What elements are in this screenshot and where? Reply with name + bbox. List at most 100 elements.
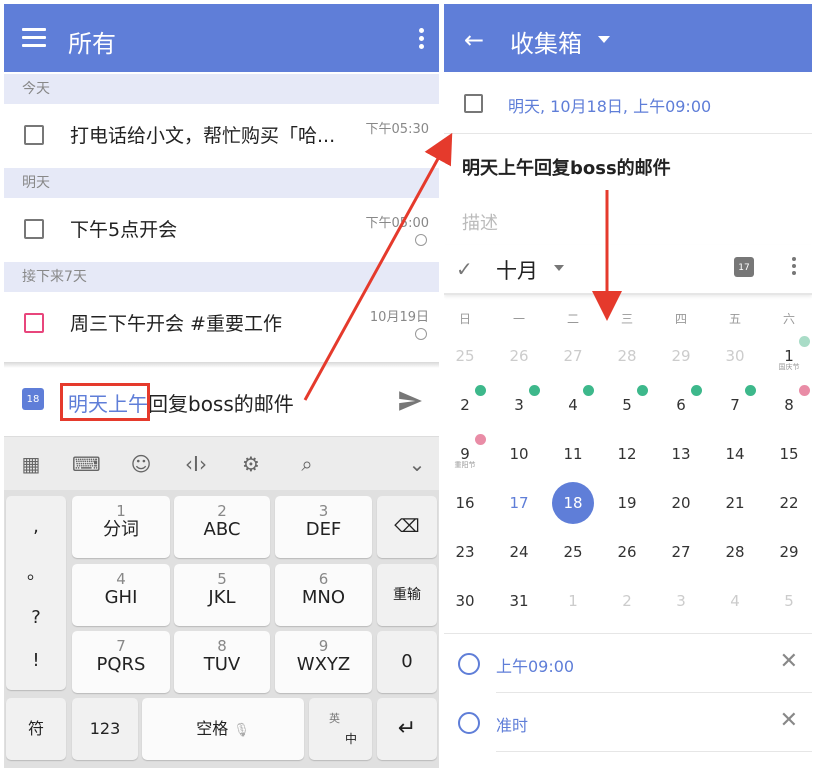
key-exclaim[interactable]: ! xyxy=(6,650,66,671)
calendar-day[interactable]: 17 xyxy=(492,483,546,523)
back-arrow-icon[interactable]: ← xyxy=(464,26,484,54)
grid-icon[interactable]: ▦ xyxy=(18,451,44,477)
calendar-day[interactable]: 13 xyxy=(654,434,708,474)
key-7[interactable]: 7 PQRS xyxy=(72,631,170,693)
calendar-day[interactable]: 5 xyxy=(600,385,654,425)
due-date-row[interactable]: 明天, 10月18日, 上午09:00 xyxy=(444,72,812,134)
calendar-day[interactable]: 5 xyxy=(762,581,812,621)
calendar-day[interactable]: 29 xyxy=(654,336,708,376)
today-calendar-icon[interactable]: 17 xyxy=(734,257,754,277)
calendar-day[interactable]: 27 xyxy=(654,532,708,572)
backspace-key[interactable]: ⌫ xyxy=(377,496,437,558)
clear-time-button[interactable]: ✕ xyxy=(780,649,798,674)
task-row[interactable]: 下午5点开会 下午05:00 xyxy=(4,198,439,260)
calendar-day[interactable]: 26 xyxy=(492,336,546,376)
send-icon[interactable] xyxy=(397,388,423,414)
clear-reminder-button[interactable]: ✕ xyxy=(780,708,798,733)
calendar-day[interactable]: 4 xyxy=(546,385,600,425)
calendar-day[interactable]: 6 xyxy=(654,385,708,425)
keyboard-icon[interactable]: ⌨ xyxy=(72,451,101,477)
key-2[interactable]: 2 ABC xyxy=(174,496,270,558)
task-checkbox-high-priority[interactable] xyxy=(24,313,44,333)
calendar-day[interactable]: 14 xyxy=(708,434,762,474)
calendar-day[interactable]: 25 xyxy=(546,532,600,572)
dropdown-caret-icon[interactable] xyxy=(598,36,610,43)
key-question[interactable]: ? xyxy=(6,607,66,628)
description-field[interactable]: 描述 xyxy=(462,209,498,235)
calendar-day[interactable]: 24 xyxy=(492,532,546,572)
calendar-day[interactable]: 7 xyxy=(708,385,762,425)
collapse-icon[interactable]: ⌄ xyxy=(404,451,430,477)
list-title[interactable]: 收集箱 xyxy=(510,24,582,59)
calendar-day[interactable]: 22 xyxy=(762,483,812,523)
key-4[interactable]: 4 GHI xyxy=(72,564,170,626)
reminder-label[interactable]: 准时 xyxy=(496,712,528,736)
task-row[interactable]: 打电话给小文，帮忙购买「哈... 下午05:30 xyxy=(4,104,439,166)
calendar-day[interactable]: 11 xyxy=(546,434,600,474)
calendar-day[interactable]: 21 xyxy=(708,483,762,523)
calendar-day[interactable]: 1 国庆节 xyxy=(762,336,812,376)
language-switch-key[interactable]: 英 中 xyxy=(309,698,372,760)
time-option-row[interactable]: 上午09:00 ✕ xyxy=(444,635,812,693)
calendar-day[interactable]: 1 xyxy=(546,581,600,621)
zero-key[interactable]: 0 xyxy=(377,631,437,693)
key-6[interactable]: 6 MNO xyxy=(275,564,372,626)
emoji-icon[interactable]: ☺ xyxy=(128,451,154,477)
calendar-day[interactable]: 29 xyxy=(762,532,812,572)
calendar-day[interactable]: 4 xyxy=(708,581,762,621)
enter-key[interactable]: ↵ xyxy=(377,698,437,760)
key-9[interactable]: 9 WXYZ xyxy=(275,631,372,693)
due-date-text[interactable]: 明天, 10月18日, 上午09:00 xyxy=(508,93,711,117)
task-title[interactable]: 明天上午回复boss的邮件 xyxy=(462,154,671,180)
calendar-day[interactable]: 12 xyxy=(600,434,654,474)
more-options-icon[interactable] xyxy=(792,257,796,278)
settings-icon[interactable]: ⚙ xyxy=(238,451,264,477)
calendar-day[interactable]: 15 xyxy=(762,434,812,474)
check-icon[interactable]: ✓ xyxy=(456,257,473,281)
task-checkbox[interactable] xyxy=(464,94,483,113)
task-checkbox[interactable] xyxy=(24,125,44,145)
calendar-day[interactable]: 25 xyxy=(444,336,492,376)
task-checkbox[interactable] xyxy=(24,219,44,239)
calendar-day[interactable]: 16 xyxy=(444,483,492,523)
calendar-day[interactable]: 9 重阳节 xyxy=(444,434,492,474)
task-row[interactable]: 周三下午开会 #重要工作 10月19日 xyxy=(4,292,439,354)
reenter-key[interactable]: 重输 xyxy=(377,564,437,626)
time-label[interactable]: 上午09:00 xyxy=(496,653,574,677)
calendar-day[interactable]: 3 xyxy=(492,385,546,425)
reminder-option-row[interactable]: 准时 ✕ xyxy=(444,694,812,752)
calendar-day-selected[interactable]: 18 xyxy=(546,482,600,524)
calendar-day[interactable]: 3 xyxy=(654,581,708,621)
symbol-key[interactable]: 符 xyxy=(6,698,66,760)
calendar-day[interactable]: 28 xyxy=(600,336,654,376)
key-1[interactable]: 1 分词 xyxy=(72,496,170,558)
month-selector[interactable]: 十月 xyxy=(496,255,538,285)
key-comma[interactable]: , xyxy=(6,516,66,537)
key-8[interactable]: 8 TUV xyxy=(174,631,270,693)
calendar-day[interactable]: 10 xyxy=(492,434,546,474)
calendar-day[interactable]: 30 xyxy=(708,336,762,376)
cursor-icon[interactable]: ‹I› xyxy=(183,451,209,477)
calendar-day[interactable]: 20 xyxy=(654,483,708,523)
calendar-day[interactable]: 2 xyxy=(600,581,654,621)
key-3[interactable]: 3 DEF xyxy=(275,496,372,558)
key-period[interactable]: 。 xyxy=(6,559,66,585)
space-key[interactable]: 空格 🎙 xyxy=(142,698,304,760)
key-5[interactable]: 5 JKL xyxy=(174,564,270,626)
chevron-down-icon[interactable] xyxy=(554,265,564,271)
number-mode-key[interactable]: 123 xyxy=(72,698,138,760)
calendar-day[interactable]: 31 xyxy=(492,581,546,621)
search-icon[interactable]: ⌕ xyxy=(294,451,320,477)
more-options-icon[interactable] xyxy=(419,28,425,50)
punctuation-column[interactable]: , 。 ? ! xyxy=(6,496,66,690)
calendar-day[interactable]: 27 xyxy=(546,336,600,376)
menu-icon[interactable] xyxy=(22,28,46,48)
calendar-day[interactable]: 2 xyxy=(444,385,492,425)
calendar-day[interactable]: 23 xyxy=(444,532,492,572)
calendar-day[interactable]: 28 xyxy=(708,532,762,572)
calendar-day[interactable]: 30 xyxy=(444,581,492,621)
calendar-day[interactable]: 19 xyxy=(600,483,654,523)
calendar-day[interactable]: 8 xyxy=(762,385,812,425)
calendar-day[interactable]: 26 xyxy=(600,532,654,572)
calendar-icon[interactable]: 18 xyxy=(22,388,44,410)
